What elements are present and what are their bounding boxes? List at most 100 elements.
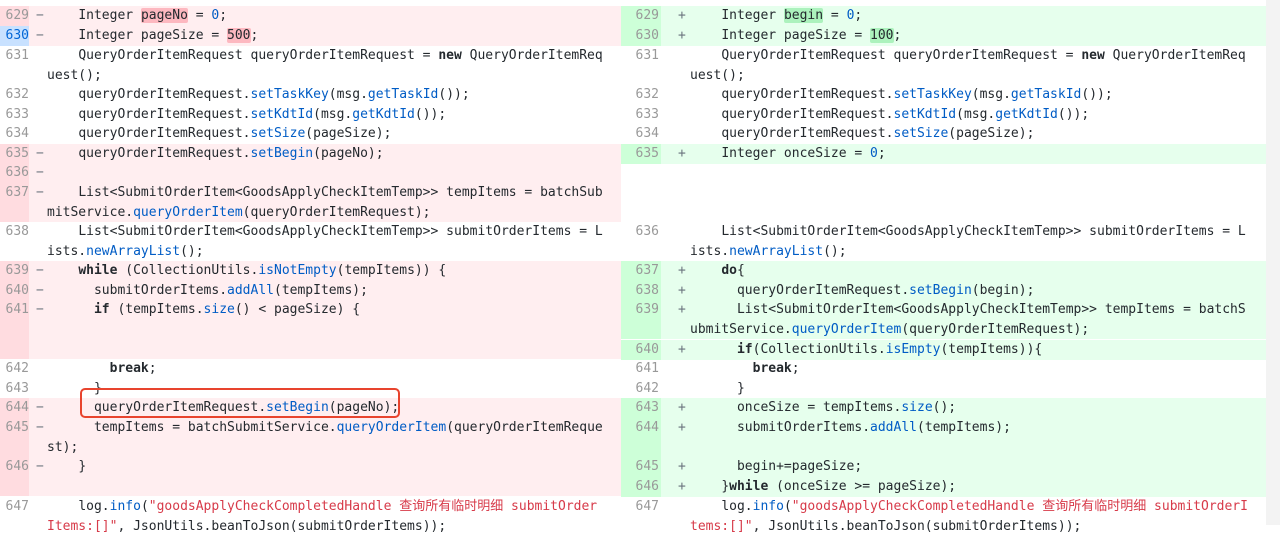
line-number[interactable]: 643	[621, 398, 661, 418]
added-sign: +	[678, 479, 686, 494]
line-number[interactable]: 642	[621, 379, 661, 399]
diff-line[interactable]: 642 break;	[0, 359, 621, 379]
diff-line[interactable]: 632 queryOrderItemRequest.setTaskKey(msg…	[0, 85, 621, 105]
code-text: queryOrderItemRequest.setBegin(begin);	[690, 281, 1248, 301]
line-number[interactable]: 630	[0, 26, 29, 46]
diff-line[interactable]: 635 + Integer onceSize = 0;	[621, 144, 1266, 164]
diff-line[interactable]: 635− queryOrderItemRequest.setBegin(page…	[0, 144, 621, 164]
line-number[interactable]: 639	[621, 300, 661, 339]
code-token: ();	[932, 400, 957, 415]
line-number[interactable]: 645	[0, 418, 29, 457]
line-number[interactable]: 644	[0, 398, 29, 418]
code-token: , JsonUtils.beanToJson(submitOrderItems)…	[117, 518, 447, 534]
line-number[interactable]: 638	[621, 281, 661, 301]
code-token: ());	[1057, 107, 1090, 122]
diff-line[interactable]: 639− while (CollectionUtils.isNotEmpty(t…	[0, 261, 621, 281]
line-number[interactable]: 640	[621, 340, 661, 360]
line-number[interactable]: 634	[621, 124, 661, 144]
diff-line[interactable]: 633 queryOrderItemRequest.setKdtId(msg.g…	[621, 105, 1266, 125]
diff-line[interactable]: 631 QueryOrderItemRequest queryOrderItem…	[0, 46, 621, 85]
diff-line[interactable]: 636−	[0, 163, 621, 183]
code-token: setTaskKey	[250, 87, 329, 102]
diff-line[interactable]: 634 queryOrderItemRequest.setSize(pageSi…	[0, 124, 621, 144]
diff-line[interactable]: 629 + Integer begin = 0;	[621, 6, 1266, 26]
line-number[interactable]: 641	[621, 359, 661, 379]
line-number[interactable]: 647	[0, 497, 29, 536]
line-number[interactable]: 635	[0, 144, 29, 164]
diff-line[interactable]: 630 + Integer pageSize = 100;	[621, 26, 1266, 46]
removed-sign: −	[36, 28, 44, 43]
code-token: queryOrderItemRequest.	[690, 283, 910, 298]
line-number[interactable]: 639	[0, 261, 29, 281]
line-number[interactable]: 632	[621, 85, 661, 105]
line-number[interactable]: 646	[0, 457, 29, 496]
line-number[interactable]: 642	[0, 359, 29, 379]
diff-line[interactable]: 644 + submitOrderItems.addAll(tempItems);	[621, 418, 1266, 438]
line-number[interactable]: 646	[621, 477, 661, 497]
diff-line[interactable]: 636 List<SubmitOrderItem<GoodsApplyCheck…	[621, 222, 1266, 261]
diff-line[interactable]: 632 queryOrderItemRequest.setTaskKey(msg…	[621, 85, 1266, 105]
code-token: size	[203, 302, 235, 317]
line-number[interactable]: 641	[0, 300, 29, 339]
diff-line[interactable]: 638 + queryOrderItemRequest.setBegin(begi…	[621, 281, 1266, 301]
diff-line[interactable]: 629− Integer pageNo = 0;	[0, 6, 621, 26]
diff-line[interactable]: 638 List<SubmitOrderItem<GoodsApplyCheck…	[0, 222, 621, 261]
line-number[interactable]: 637	[0, 183, 29, 222]
line-number[interactable]: 640	[0, 281, 29, 301]
line-number[interactable]: 643	[0, 379, 29, 399]
line-number[interactable]: 636	[621, 222, 661, 261]
code-text: QueryOrderItemRequest queryOrderItemRequ…	[47, 46, 603, 85]
diff-line[interactable]: 631 QueryOrderItemRequest queryOrderItem…	[621, 46, 1266, 85]
line-number[interactable]: 629	[0, 6, 29, 26]
diff-line[interactable]: 645 + begin+=pageSize;	[621, 457, 1266, 477]
code-token: ;	[854, 8, 863, 23]
line-number[interactable]: 631	[621, 46, 661, 85]
code-token: new	[1081, 48, 1105, 63]
added-sign: +	[678, 420, 686, 435]
diff-line[interactable]: 641 break;	[621, 359, 1266, 379]
line-number[interactable]: 630	[621, 26, 661, 46]
code-token: (tempItems);	[917, 420, 1011, 435]
diff-line[interactable]: 637 + do{	[621, 261, 1266, 281]
diff-line[interactable]: 630− Integer pageSize = 500;	[0, 26, 621, 46]
code-token: }	[47, 459, 87, 474]
diff-line[interactable]: 646 + }while (onceSize >= pageSize);	[621, 477, 1266, 497]
code-token: ;	[893, 28, 902, 43]
diff-line[interactable]: 634 queryOrderItemRequest.setSize(pageSi…	[621, 124, 1266, 144]
diff-line[interactable]: 642 }	[621, 379, 1266, 399]
line-number[interactable]: 633	[0, 105, 29, 125]
line-number[interactable]: 631	[0, 46, 29, 85]
diff-line[interactable]: 633 queryOrderItemRequest.setKdtId(msg.g…	[0, 105, 621, 125]
diff-line[interactable]: 640 + if(CollectionUtils.isEmpty(tempItem…	[621, 340, 1266, 360]
line-number[interactable]: 636	[0, 163, 29, 183]
line-number[interactable]: 645	[621, 457, 661, 477]
line-number[interactable]: 644	[621, 418, 661, 438]
diff-line[interactable]: 645− tempItems = batchSubmitService.quer…	[0, 418, 621, 457]
removed-sign: −	[36, 459, 44, 474]
line-number[interactable]: 635	[621, 144, 661, 164]
line-number[interactable]: 633	[621, 105, 661, 125]
diff-line[interactable]: 643 + onceSize = tempItems.size();	[621, 398, 1266, 418]
diff-line[interactable]: 647 log.info("goodsApplyCheckCompletedHa…	[621, 497, 1266, 536]
scrollbar[interactable]	[1266, 0, 1280, 525]
code-token: (pageNo);	[313, 146, 384, 161]
code-token: getTaskId	[1010, 87, 1082, 102]
diff-line[interactable]: 646− }	[0, 457, 621, 496]
line-number[interactable]: 637	[621, 261, 661, 281]
diff-line[interactable]: 640− submitOrderItems.addAll(tempItems);	[0, 281, 621, 301]
line-number[interactable]: 634	[0, 124, 29, 144]
line-number[interactable]: 629	[621, 6, 661, 26]
diff-line[interactable]: 639 + List<SubmitOrderItem<GoodsApplyChec…	[621, 300, 1266, 339]
code-token: }	[690, 479, 730, 494]
diff-line[interactable]: 637− List<SubmitOrderItem<GoodsApplyChec…	[0, 183, 621, 222]
line-number[interactable]: 647	[621, 497, 661, 536]
diff-line[interactable]: 641− if (tempItems.size() < pageSize) {	[0, 300, 621, 339]
line-number[interactable]: 638	[0, 222, 29, 261]
code-token: begin	[783, 8, 824, 23]
code-token: (pageSize);	[948, 126, 1035, 141]
code-text: }	[47, 457, 603, 477]
diff-line[interactable]: 647 log.info("goodsApplyCheckCompletedHa…	[0, 497, 621, 536]
line-number[interactable]: 632	[0, 85, 29, 105]
code-text: Integer pageNo = 0;	[47, 6, 603, 26]
